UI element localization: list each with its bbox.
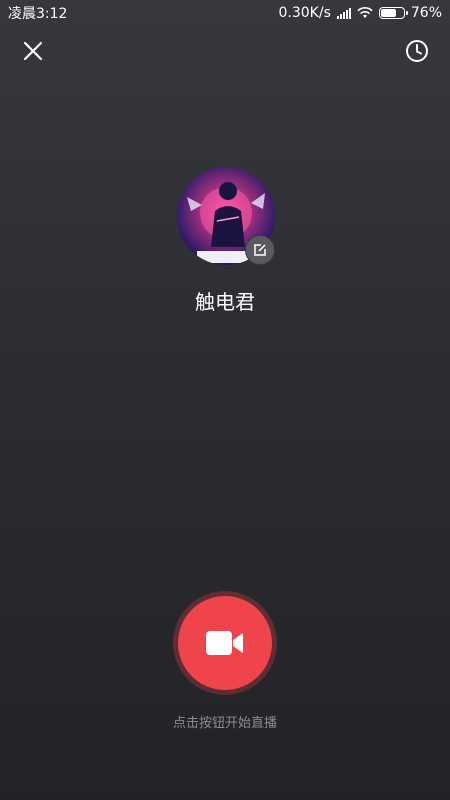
close-icon xyxy=(23,41,43,61)
history-clock-icon xyxy=(406,40,428,62)
start-live-hint: 点击按钮开始直播 xyxy=(172,716,277,731)
battery-percent: 76% xyxy=(410,5,442,21)
edit-icon xyxy=(254,244,266,256)
signal-icon xyxy=(336,7,351,19)
battery-icon xyxy=(378,7,408,19)
close-button[interactable] xyxy=(20,38,46,64)
status-bar: 凌晨3:12 0.30K/s 76% xyxy=(0,0,450,26)
battery-fill xyxy=(380,9,397,17)
net-speed: 0.30K/s xyxy=(278,5,331,21)
edit-avatar-button[interactable] xyxy=(245,235,275,265)
user-name: 触电君 xyxy=(195,290,255,314)
start-live-button[interactable] xyxy=(178,596,272,690)
status-right: 0.30K/s 76% xyxy=(279,5,443,21)
wifi-icon xyxy=(357,7,373,18)
history-button[interactable] xyxy=(404,38,430,64)
avatar-container xyxy=(177,167,275,265)
video-camera-icon xyxy=(206,631,243,655)
status-time: 凌晨3:12 xyxy=(8,6,68,22)
